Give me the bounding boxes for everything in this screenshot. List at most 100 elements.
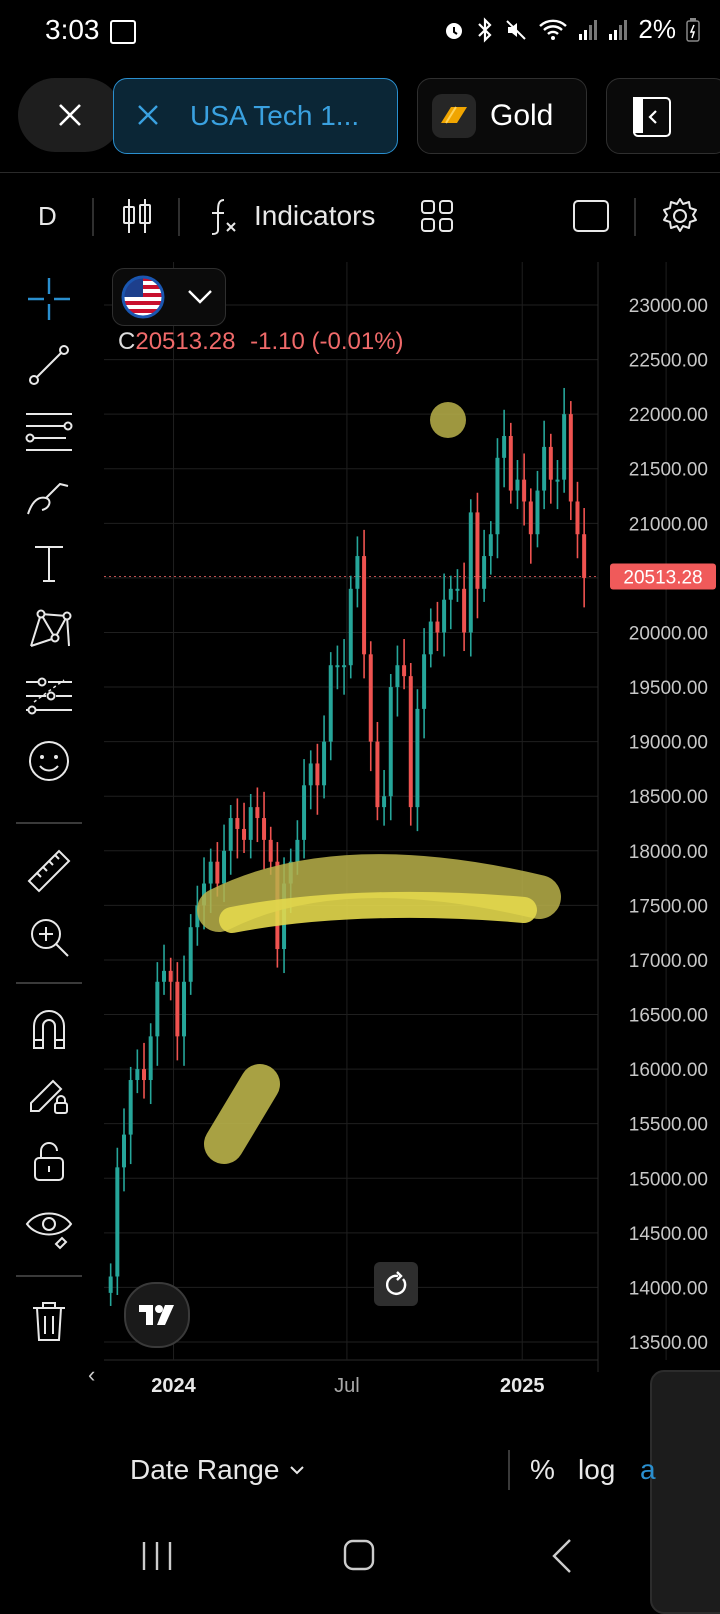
divider (16, 822, 82, 824)
brush-tool[interactable] (20, 468, 78, 526)
collapse-panel-icon (633, 97, 671, 137)
time-tick-label: 2025 (500, 1375, 545, 1397)
horizontal-lines-icon (25, 413, 73, 451)
fib-retracement-tool[interactable] (20, 402, 78, 460)
price-tick-label: 15000.00 (629, 1169, 708, 1190)
candle-body (182, 981, 187, 1037)
pattern-tool[interactable] (20, 600, 78, 658)
candle-body (128, 1080, 133, 1135)
candle-body (535, 490, 540, 535)
highlight-dot[interactable] (430, 402, 466, 438)
candle-body (295, 839, 300, 862)
date-range-label: Date Range (130, 1454, 280, 1485)
price-tick-label: 23000.00 (629, 296, 708, 317)
eye-icon (25, 1212, 73, 1250)
candle-body (428, 621, 433, 655)
collapse-toolbar-arrow[interactable]: ‹ (88, 1362, 95, 1388)
date-range-button[interactable]: Date Range (130, 1454, 305, 1486)
candle-body (162, 970, 167, 982)
visibility-tool[interactable] (20, 1198, 78, 1256)
gallery-notification-icon (110, 20, 136, 44)
reset-icon (385, 1271, 407, 1295)
candle-body (502, 435, 507, 458)
price-axis: 23000.00 22500.00 22000.00 21500.00 21000.00… (610, 296, 716, 1354)
text-icon (35, 546, 63, 582)
unlock-icon (34, 1142, 64, 1181)
indicators-button[interactable]: Indicators (208, 180, 375, 252)
layouts-button[interactable] (420, 180, 454, 252)
reset-chart-button[interactable] (374, 1262, 418, 1306)
crosshair-tool[interactable] (20, 270, 78, 328)
candle-body (415, 708, 420, 808)
status-bar: 3:03 2% (0, 0, 720, 62)
symbol-selector[interactable] (112, 268, 226, 326)
close-tabs-button[interactable] (18, 78, 122, 152)
interval-button[interactable]: D (38, 180, 57, 252)
brush-icon (27, 482, 69, 515)
zoom-in-icon (31, 919, 69, 957)
text-tool[interactable] (20, 534, 78, 592)
signal-icon-2 (609, 19, 628, 40)
pattern-icon (30, 609, 72, 647)
log-scale-button[interactable]: log (578, 1454, 615, 1486)
candle-body (148, 1036, 153, 1081)
emoji-tool[interactable] (20, 732, 78, 790)
signal-icon-1 (579, 19, 598, 40)
chart-type-button[interactable] (120, 180, 154, 252)
home-icon[interactable] (342, 1538, 376, 1572)
chevron-down-icon (290, 1466, 305, 1475)
price-tick-label: 20000.00 (629, 623, 708, 644)
divider (508, 1450, 510, 1490)
tab-label: USA Tech 1... (190, 100, 360, 131)
highlight-stroke[interactable] (219, 891, 537, 933)
price-tick-label: 16000.00 (629, 1060, 708, 1081)
chart-canvas[interactable]: 23000.00 22500.00 22000.00 21500.00 21000.00… (104, 262, 720, 1412)
candle-body (542, 446, 547, 491)
drawing-toolbar: ‹ (0, 262, 100, 1387)
battery-percent: 2% (638, 14, 676, 44)
price-chart[interactable]: 23000.00 22500.00 22000.00 21500.00 21000.00… (104, 262, 720, 1412)
fullscreen-button[interactable] (572, 180, 610, 252)
legend-close-value: 20513.28 (135, 328, 236, 355)
tab-gold[interactable]: Gold (417, 78, 587, 154)
chevron-down-icon (188, 290, 212, 304)
zoom-tool[interactable] (20, 908, 78, 966)
candle-body (468, 512, 473, 633)
candle-body (208, 861, 213, 884)
tab-close-icon[interactable] (136, 98, 176, 135)
measure-tool[interactable] (20, 842, 78, 900)
price-tick-label: 15500.00 (629, 1115, 708, 1136)
function-icon (211, 199, 236, 235)
indicators-label: Indicators (254, 200, 376, 231)
candle-body (495, 457, 500, 535)
candle-body (522, 479, 527, 502)
candle-body (395, 665, 400, 688)
tradingview-logo-button[interactable] (124, 1282, 190, 1348)
unlock-tool[interactable] (20, 1132, 78, 1190)
recent-apps-icon[interactable] (140, 1540, 174, 1572)
price-tick-label: 21000.00 (629, 514, 708, 535)
forecast-tool[interactable] (20, 666, 78, 724)
symbol-tabs: USA Tech 1... Gold (0, 72, 720, 156)
last-price-label: 20513.28 (623, 567, 702, 588)
lock-drawings-tool[interactable] (20, 1066, 78, 1124)
candle-body (315, 763, 320, 786)
trend-line-tool[interactable] (20, 336, 78, 394)
magnet-tool[interactable] (20, 1000, 78, 1058)
divider (634, 198, 636, 236)
settings-button[interactable] (660, 180, 700, 252)
auto-scale-button[interactable]: a (640, 1454, 656, 1486)
highlight-stroke[interactable] (204, 1064, 280, 1164)
candle-body (328, 665, 333, 742)
time-axis: 2024Jul2025Jun (151, 1375, 682, 1397)
candle-body (475, 512, 480, 589)
tab-usa-tech[interactable]: USA Tech 1... (113, 78, 398, 154)
delete-tool[interactable] (20, 1292, 78, 1350)
back-icon[interactable] (550, 1538, 574, 1574)
ohlc-legend: C20513.28 -1.10 (-0.01%) (118, 328, 404, 356)
square-icon (573, 200, 609, 232)
tab-more[interactable] (606, 78, 720, 154)
candle-body (548, 446, 553, 480)
candle-body (568, 414, 573, 502)
percent-scale-button[interactable]: % (530, 1454, 555, 1486)
